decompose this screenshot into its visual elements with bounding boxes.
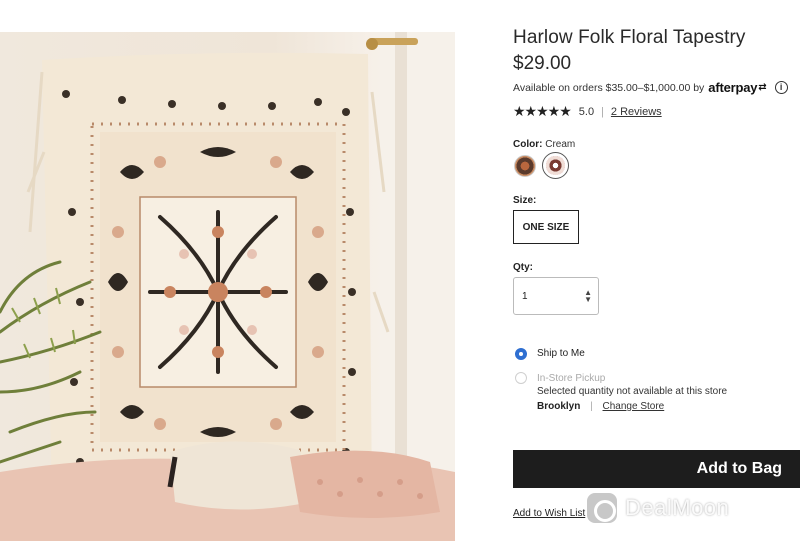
add-to-wish-list-link[interactable]: Add to Wish List xyxy=(513,508,585,519)
info-icon[interactable]: i xyxy=(774,81,788,94)
watermark-text: DealMoon xyxy=(625,495,730,520)
ship-to-me-label: Ship to Me xyxy=(537,348,585,359)
ship-to-me-radio[interactable] xyxy=(515,348,527,360)
color-swatch-multi[interactable] xyxy=(514,155,536,177)
rating-value: 5.0 xyxy=(578,105,595,118)
store-separator: | xyxy=(590,401,593,412)
product-price: $29.00 xyxy=(513,53,572,74)
product-title: Harlow Folk Floral Tapestry xyxy=(513,27,746,48)
size-label: Size: xyxy=(513,195,537,206)
stepper-down-icon[interactable]: ▼ xyxy=(584,296,592,304)
change-store-link[interactable]: Change Store xyxy=(603,401,665,412)
qty-label: Qty: xyxy=(513,262,533,273)
stepper-icon[interactable]: ▲ ▼ xyxy=(584,289,592,304)
afterpay-logo: afterpay xyxy=(708,80,758,95)
store-availability-note: Selected quantity not available at this … xyxy=(537,386,728,397)
tapestry-image xyxy=(0,32,455,541)
quantity-value: 1 xyxy=(522,290,528,302)
rating-row: ★★★★★ 5.0 | 2 Reviews xyxy=(513,103,662,120)
afterpay-mark-icon: ⇄ xyxy=(758,82,767,93)
quantity-select[interactable]: 1 ▲ ▼ xyxy=(513,277,599,315)
afterpay-text: Available on orders $35.00–$1,000.00 by xyxy=(513,81,705,94)
reviews-link[interactable]: 2 Reviews xyxy=(611,106,662,118)
color-swatch-cream[interactable] xyxy=(546,156,565,175)
color-value: Cream xyxy=(545,139,576,150)
size-option-button[interactable]: ONE SIZE xyxy=(513,210,579,244)
add-to-bag-button[interactable]: Add to Bag xyxy=(513,450,800,488)
in-store-pickup-radio[interactable] xyxy=(515,372,527,384)
store-row: Brooklyn | Change Store xyxy=(537,401,664,412)
product-photo xyxy=(0,32,455,541)
afterpay-row: Available on orders $35.00–$1,000.00 by … xyxy=(513,80,788,95)
star-rating-icon: ★★★★★ xyxy=(513,103,572,119)
color-label-key: Color: xyxy=(513,139,543,150)
rating-separator: | xyxy=(601,105,604,118)
store-name: Brooklyn xyxy=(537,401,581,412)
in-store-pickup-label: In-Store Pickup xyxy=(537,373,606,384)
color-label: Color: Cream xyxy=(513,139,575,150)
watermark: DealMoon xyxy=(587,490,787,526)
dealmoon-logo-icon xyxy=(587,493,617,523)
